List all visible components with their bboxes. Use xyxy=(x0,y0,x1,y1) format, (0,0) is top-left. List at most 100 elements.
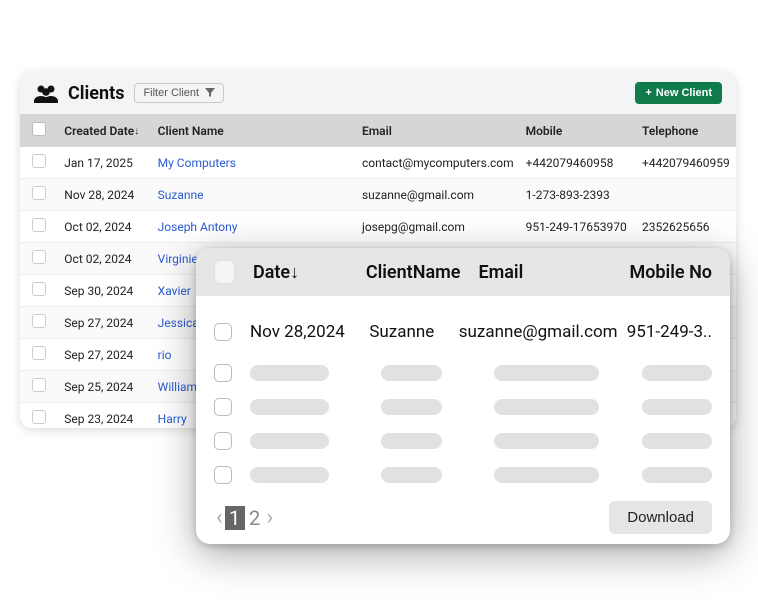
cell-date: Oct 02, 2024 xyxy=(58,211,151,243)
col-client-name[interactable]: ClientName xyxy=(366,262,461,283)
pager-page-1[interactable]: 1 xyxy=(225,506,245,530)
cell-mobile: +442079460958 xyxy=(520,147,636,179)
table-row: Oct 02, 2024 Joseph Antony josepg@gmail.co… xyxy=(20,211,736,243)
skeleton xyxy=(381,399,442,415)
col-created-date[interactable]: Created Date↓ xyxy=(58,114,151,147)
filter-client-button[interactable]: Filter Client xyxy=(134,83,224,103)
row-checkbox[interactable] xyxy=(214,323,232,341)
pager-prev[interactable]: ‹ xyxy=(214,505,225,530)
new-client-button[interactable]: + New Client xyxy=(635,82,722,104)
clients-header: Clients Filter Client + New Client xyxy=(20,72,736,114)
col-mobile[interactable]: Mobile No xyxy=(626,262,712,283)
skeleton-row xyxy=(214,424,712,458)
pager: ‹ 1 2 › xyxy=(214,505,275,530)
people-icon xyxy=(34,83,58,103)
skeleton-row xyxy=(214,356,712,390)
row-checkbox[interactable] xyxy=(32,282,46,296)
col-date[interactable]: Date↓ xyxy=(253,262,348,283)
row-checkbox[interactable] xyxy=(32,346,46,360)
row-checkbox[interactable] xyxy=(214,466,232,484)
col-email[interactable]: Email xyxy=(356,114,520,147)
client-link[interactable]: Harry xyxy=(158,412,187,426)
skeleton xyxy=(642,467,712,483)
export-body: Nov 28,2024 Suzanne suzanne@gmail.com 95… xyxy=(196,296,730,492)
col-email[interactable]: Email xyxy=(478,262,607,283)
table-row: Nov 28, 2024 Suzanne suzanne@gmail.com1-27… xyxy=(20,179,736,211)
cell-tel: 2352625656 xyxy=(636,211,736,243)
client-link[interactable]: Virginie xyxy=(158,252,198,266)
sort-desc-icon: ↓ xyxy=(134,126,139,137)
skeleton-row xyxy=(214,458,712,492)
row-checkbox[interactable] xyxy=(214,398,232,416)
client-link[interactable]: William xyxy=(158,380,197,394)
row-checkbox[interactable] xyxy=(32,410,46,424)
skeleton xyxy=(494,467,599,483)
skeleton xyxy=(250,399,329,415)
skeleton xyxy=(381,433,442,449)
col-client-name[interactable]: Client Name xyxy=(152,114,356,147)
skeleton xyxy=(250,467,329,483)
cell-tel xyxy=(636,179,736,211)
page-title: Clients xyxy=(68,83,124,104)
cell-date: Nov 28,2024 xyxy=(250,322,345,342)
cell-email: suzanne@gmail.com xyxy=(356,179,520,211)
row-checkbox[interactable] xyxy=(32,314,46,328)
col-telephone[interactable]: Telephone xyxy=(636,114,736,147)
row-checkbox[interactable] xyxy=(32,154,46,168)
filter-icon xyxy=(205,88,215,98)
skeleton xyxy=(642,399,712,415)
client-link[interactable]: rio xyxy=(158,348,172,362)
export-popup: Date↓ ClientName Email Mobile No Nov 28,… xyxy=(196,248,730,544)
row-checkbox[interactable] xyxy=(214,432,232,450)
skeleton xyxy=(381,365,442,381)
client-link[interactable]: My Computers xyxy=(158,156,236,170)
filter-label: Filter Client xyxy=(143,87,199,99)
select-all-checkbox[interactable] xyxy=(214,260,235,284)
skeleton xyxy=(250,365,329,381)
download-button[interactable]: Download xyxy=(609,501,712,534)
sort-desc-icon: ↓ xyxy=(290,262,299,283)
skeleton xyxy=(494,399,599,415)
cell-date: Sep 27, 2024 xyxy=(58,307,151,339)
pager-next[interactable]: › xyxy=(265,505,276,530)
cell-name: Suzanne xyxy=(363,322,441,342)
skeleton xyxy=(381,467,442,483)
col-mobile[interactable]: Mobile xyxy=(520,114,636,147)
row-checkbox[interactable] xyxy=(32,218,46,232)
table-header-row: Created Date↓ Client Name Email Mobile T… xyxy=(20,114,736,147)
select-all-checkbox[interactable] xyxy=(32,122,46,136)
cell-mobile: 1-273-893-2393 xyxy=(520,179,636,211)
client-link[interactable]: Suzanne xyxy=(158,188,204,202)
cell-mobile: 951-249-17653970 xyxy=(520,211,636,243)
cell-date: Sep 23, 2024 xyxy=(58,403,151,429)
cell-date: Sep 30, 2024 xyxy=(58,275,151,307)
skeleton xyxy=(250,433,329,449)
skeleton xyxy=(494,365,599,381)
row-checkbox[interactable] xyxy=(32,250,46,264)
skeleton xyxy=(642,433,712,449)
row-checkbox[interactable] xyxy=(214,364,232,382)
pager-page-2[interactable]: 2 xyxy=(245,506,265,530)
export-header: Date↓ ClientName Email Mobile No xyxy=(196,248,730,296)
new-client-label: New Client xyxy=(656,87,712,99)
cell-email: josepg@gmail.com xyxy=(356,211,520,243)
cell-date: Sep 25, 2024 xyxy=(58,371,151,403)
cell-tel: +442079460959 xyxy=(636,147,736,179)
plus-icon: + xyxy=(645,87,651,99)
cell-date: Nov 28, 2024 xyxy=(58,179,151,211)
skeleton xyxy=(494,433,599,449)
client-link[interactable]: Joseph Antony xyxy=(158,220,238,234)
table-row: Jan 17, 2025My Computerscontact@mycomput… xyxy=(20,147,736,179)
cell-email: suzanne@gmail.com xyxy=(459,322,609,342)
client-link[interactable]: Xavier xyxy=(158,284,191,298)
skeleton-row xyxy=(214,390,712,424)
row-checkbox[interactable] xyxy=(32,378,46,392)
skeleton xyxy=(642,365,712,381)
table-row: Nov 28,2024 Suzanne suzanne@gmail.com 95… xyxy=(214,306,712,356)
export-footer: ‹ 1 2 › Download xyxy=(214,501,712,534)
row-checkbox[interactable] xyxy=(32,186,46,200)
cell-mobile: 951-249-3.. xyxy=(627,322,712,342)
cell-date: Oct 02, 2024 xyxy=(58,243,151,275)
client-link[interactable]: Jessica xyxy=(158,316,199,330)
cell-date: Jan 17, 2025 xyxy=(58,147,151,179)
